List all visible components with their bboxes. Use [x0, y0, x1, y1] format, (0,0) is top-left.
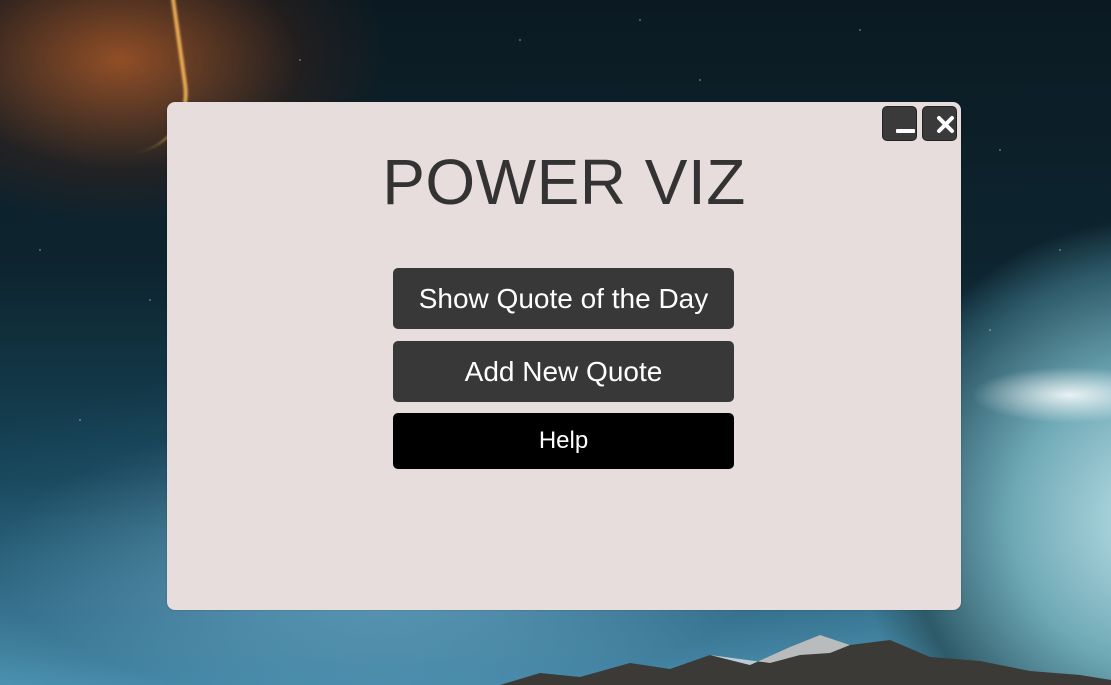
close-icon: [929, 108, 954, 141]
minimize-icon: [889, 108, 915, 141]
show-quote-of-the-day-button[interactable]: Show Quote of the Day: [393, 268, 734, 329]
close-button[interactable]: [922, 106, 957, 141]
app-title: POWER VIZ: [382, 146, 746, 218]
help-button[interactable]: Help: [393, 413, 734, 469]
wallpaper-mountains: [500, 625, 1111, 685]
add-new-quote-button[interactable]: Add New Quote: [393, 341, 734, 402]
minimize-button[interactable]: [882, 106, 917, 141]
power-viz-window: POWER VIZ Show Quote of the Day Add New …: [167, 102, 961, 610]
